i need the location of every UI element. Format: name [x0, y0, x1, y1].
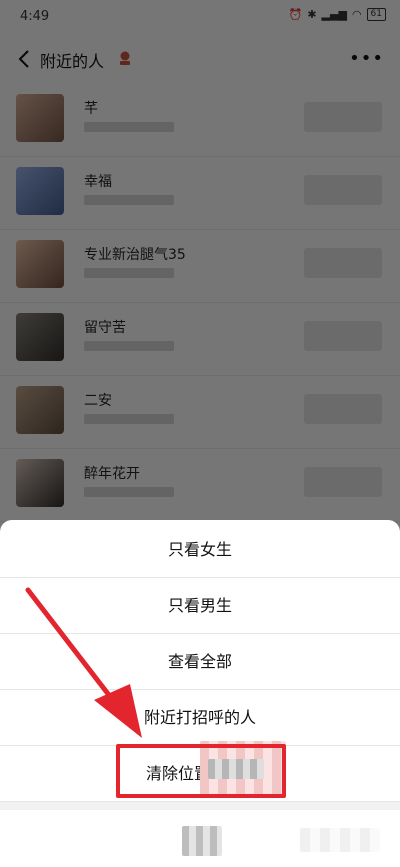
only-male-option[interactable]: 只看男生 [0, 578, 400, 634]
only-female-option[interactable]: 只看女生 [0, 522, 400, 578]
sheet-divider [0, 802, 400, 810]
action-sheet: 只看女生 只看男生 查看全部 附近打招呼的人 清除位置 取 [0, 520, 400, 867]
pixelated-blur [300, 828, 380, 852]
nearby-greeters-option[interactable]: 附近打招呼的人 [0, 690, 400, 746]
highlight-box [116, 744, 286, 798]
pixelated-blur [182, 826, 222, 856]
view-all-option[interactable]: 查看全部 [0, 634, 400, 690]
